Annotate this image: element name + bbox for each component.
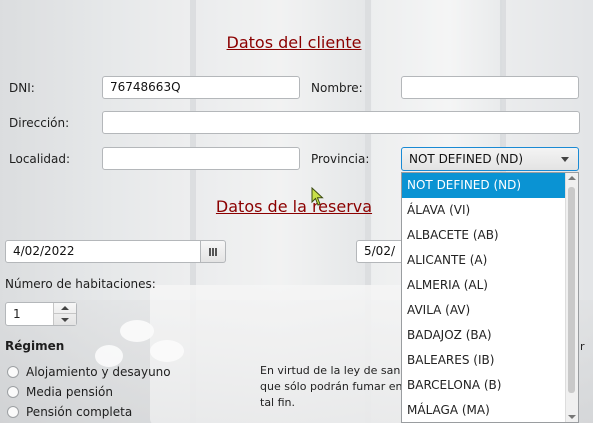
provincia-option[interactable]: ALICANTE (A) [402,248,578,273]
scroll-down-icon[interactable] [568,415,576,419]
provincia-dropdown-list[interactable]: NOT DEFINED (ND) ÁLAVA (VI) ALBACETE (AB… [401,172,579,423]
fecha-entrada-picker-button[interactable] [201,240,226,263]
spinner-arrows-icon[interactable] [53,303,76,325]
cliente-section-title: Datos del cliente [226,33,362,52]
aviso-text: En virtud de la ley de san que sólo podr… [260,363,402,411]
dropdown-scrollbar[interactable] [565,173,578,422]
calendar-icon [209,248,218,256]
nombre-label: Nombre: [311,81,363,95]
provincia-option[interactable]: MÁLAGA (MA) [402,398,578,422]
regimen-option-3: Pensión completa [26,405,133,419]
habitaciones-spinner[interactable]: 1 [5,302,77,326]
decrement-icon[interactable] [61,318,69,322]
nombre-field[interactable] [401,76,579,99]
direccion-label: Dirección: [9,116,70,130]
provincia-option[interactable]: NOT DEFINED (ND) [402,173,578,198]
dni-field[interactable]: 76748663Q [102,76,300,99]
scroll-up-icon[interactable] [568,176,576,180]
radio-media-pension[interactable] [7,386,19,398]
scrollbar-thumb[interactable] [568,187,575,393]
habitaciones-label: Número de habitaciones: [5,277,156,291]
regimen-option-1: Alojamiento y desayuno [26,365,171,379]
reserva-section-title: Datos de la reserva [215,197,373,216]
provincia-option[interactable]: BARCELONA (B) [402,373,578,398]
fecha-entrada-field[interactable]: 4/02/2022 [5,240,201,263]
provincia-option[interactable]: ALMERIA (AL) [402,273,578,298]
increment-icon[interactable] [61,306,69,310]
direccion-field[interactable] [102,111,580,134]
provincia-option[interactable]: BALEARES (IB) [402,348,578,373]
radio-alojamiento[interactable] [7,366,19,378]
localidad-label: Localidad: [9,152,71,166]
aviso-line: En virtud de la ley de san [260,364,401,377]
provincia-combobox[interactable]: NOT DEFINED (ND) [401,147,579,171]
aviso-right-fragment: r [580,340,585,353]
fecha-salida-field[interactable]: 5/02/ [356,240,402,263]
mouse-pointer-icon [311,187,324,206]
provincia-option[interactable]: ALBACETE (AB) [402,223,578,248]
provincia-option[interactable]: BADAJOZ (BA) [402,323,578,348]
provincia-label: Provincia: [311,152,370,166]
regimen-label: Régimen [5,339,65,353]
dni-label: DNI: [9,81,35,95]
provincia-selected: NOT DEFINED (ND) [409,152,524,166]
provincia-option[interactable]: AVILA (AV) [402,298,578,323]
chevron-down-icon [561,157,569,162]
aviso-line: tal fin. [260,396,296,409]
habitaciones-value: 1 [13,307,21,321]
radio-pension-completa[interactable] [7,406,19,418]
provincia-option[interactable]: ÁLAVA (VI) [402,198,578,223]
regimen-option-2: Media pensión [26,385,113,399]
localidad-field[interactable] [102,147,300,170]
aviso-line: que sólo podrán fumar en [260,380,403,393]
